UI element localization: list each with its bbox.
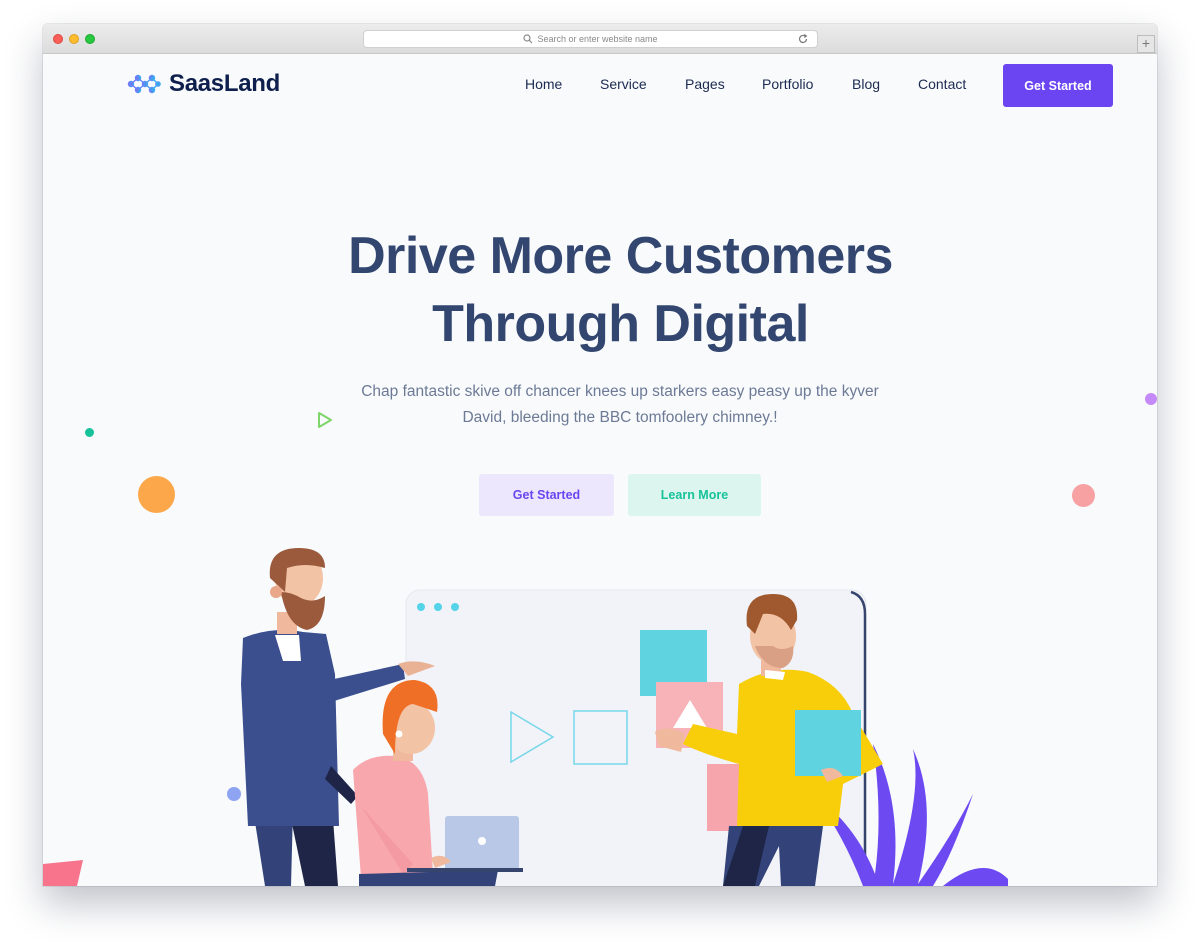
woman-body	[353, 755, 433, 878]
screen-dot-2	[434, 603, 442, 611]
landing-page: SaasLand Home Service Pages Portfolio Bl…	[43, 54, 1157, 886]
search-icon	[523, 34, 533, 44]
brand-name: SaasLand	[169, 70, 280, 97]
nav-portfolio[interactable]: Portfolio	[762, 76, 813, 92]
hero-title-line2: Through Digital	[432, 295, 809, 353]
nav-service[interactable]: Service	[600, 76, 647, 92]
play-icon	[318, 412, 332, 428]
nav-pages[interactable]: Pages	[685, 76, 725, 92]
decor-dot-teal	[85, 428, 94, 437]
hero-subtitle: Chap fantastic skive off chancer knees u…	[361, 383, 879, 426]
hero-learn-more-button[interactable]: Learn More	[628, 474, 761, 516]
browser-titlebar: Search or enter website name +	[43, 24, 1157, 54]
close-window-button[interactable]	[53, 34, 63, 44]
decor-dot-pink	[1072, 484, 1095, 507]
hero-illustration	[43, 548, 1008, 886]
hero-get-started-button[interactable]: Get Started	[479, 474, 614, 516]
browser-window: Search or enter website name + SaasLand …	[43, 24, 1157, 886]
header-get-started-button[interactable]: Get Started	[1003, 64, 1113, 107]
corner-shape	[43, 860, 83, 886]
screen-dot-1	[417, 603, 425, 611]
decor-dot-orange	[138, 476, 175, 513]
logo-icon	[127, 74, 161, 94]
nav-contact[interactable]: Contact	[918, 76, 966, 92]
decor-dot-violet	[1145, 393, 1157, 405]
new-tab-button[interactable]: +	[1137, 35, 1155, 53]
nav-blog[interactable]: Blog	[852, 76, 880, 92]
screen-dot-3	[451, 603, 459, 611]
hero-title-line1: Drive More Customers	[348, 227, 893, 285]
address-bar[interactable]: Search or enter website name	[363, 30, 818, 48]
address-bar-placeholder: Search or enter website name	[537, 34, 658, 44]
maximize-window-button[interactable]	[85, 34, 95, 44]
reload-icon[interactable]	[797, 33, 809, 45]
brand-logo[interactable]: SaasLand	[127, 70, 280, 98]
minimize-window-button[interactable]	[69, 34, 79, 44]
hero-title: Drive More Customers Through Digital	[243, 222, 998, 358]
card-teal-held	[795, 710, 861, 776]
nav-home[interactable]: Home	[525, 76, 562, 92]
